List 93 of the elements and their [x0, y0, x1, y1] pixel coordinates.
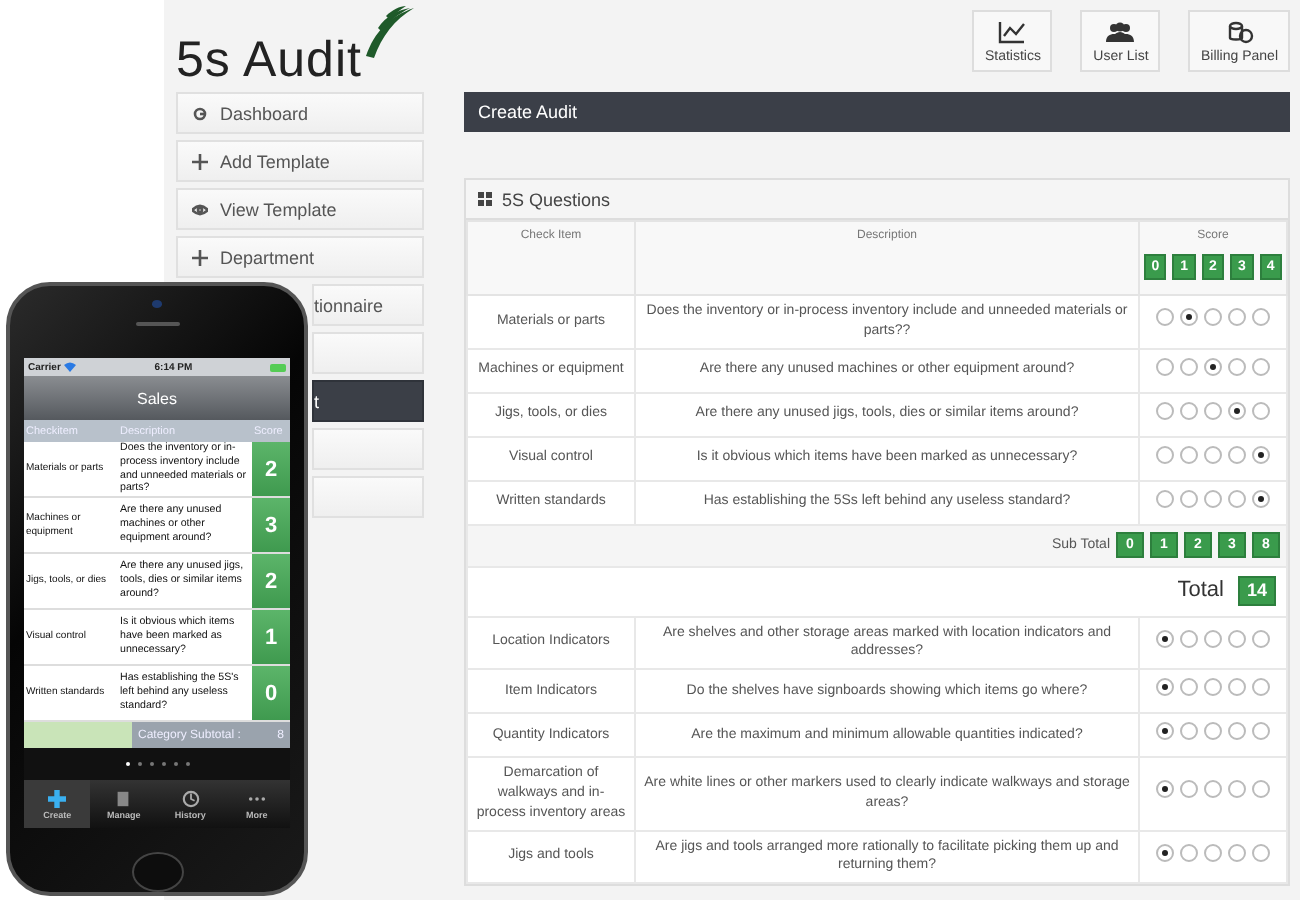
radio-button[interactable]	[1204, 357, 1222, 376]
dashboard-icon	[192, 105, 208, 121]
sidebar-item[interactable]: View Template	[176, 188, 424, 230]
radio-button[interactable]	[1228, 357, 1246, 376]
plus-icon	[48, 789, 67, 807]
plus-icon	[192, 249, 208, 265]
score-badge: 0	[252, 666, 290, 722]
score-badge: 3	[252, 498, 290, 554]
clock-icon	[181, 789, 200, 807]
radio-button[interactable]	[1156, 489, 1174, 508]
radio-button[interactable]	[1252, 445, 1270, 464]
radio-button[interactable]	[1180, 308, 1198, 327]
sidebar-label: View Template	[220, 199, 337, 219]
eye-icon	[192, 201, 208, 217]
radio-button[interactable]	[1156, 722, 1174, 741]
sidebar-label: Department	[220, 247, 315, 267]
radio-button[interactable]	[1204, 629, 1222, 648]
sidebar-label: Dashboard	[220, 103, 309, 123]
sidebar-item[interactable]: Department	[176, 236, 424, 278]
total-label: Total	[1177, 575, 1224, 606]
radio-button[interactable]	[1252, 401, 1270, 420]
radio-button[interactable]	[1252, 843, 1270, 862]
sidebar-label: t	[314, 391, 320, 411]
chart-icon	[998, 19, 1027, 43]
sidebar-item[interactable]	[312, 476, 424, 518]
nav-title: Sales	[24, 376, 290, 420]
radio-button[interactable]	[1156, 678, 1174, 697]
radio-button[interactable]	[1180, 489, 1198, 508]
radio-button[interactable]	[1204, 308, 1222, 327]
radio-button[interactable]	[1180, 357, 1198, 376]
score-badge: 2	[252, 442, 290, 498]
wifi-icon	[64, 362, 77, 372]
radio-button[interactable]	[1156, 780, 1174, 799]
radio-button[interactable]	[1156, 308, 1174, 327]
radio-button[interactable]	[1228, 843, 1246, 862]
radio-button[interactable]	[1204, 489, 1222, 508]
home-button[interactable]	[131, 852, 183, 892]
radio-button[interactable]	[1180, 780, 1198, 799]
plus-icon	[192, 153, 208, 169]
radio-button[interactable]	[1204, 722, 1222, 741]
radio-button[interactable]	[1252, 489, 1270, 508]
radio-button[interactable]	[1228, 629, 1246, 648]
radio-button[interactable]	[1204, 843, 1222, 862]
radio-button[interactable]	[1228, 401, 1246, 420]
score-badge: 2	[252, 554, 290, 610]
radio-button[interactable]	[1180, 678, 1198, 697]
users-icon	[1106, 19, 1135, 43]
speaker-icon	[135, 321, 179, 326]
radio-button[interactable]	[1228, 780, 1246, 799]
radio-button[interactable]	[1156, 629, 1174, 648]
page-title-bar: Create Audit	[464, 92, 1290, 132]
radio-button[interactable]	[1156, 401, 1174, 420]
radio-button[interactable]	[1228, 722, 1246, 741]
radio-button[interactable]	[1204, 401, 1222, 420]
battery-icon	[270, 363, 286, 371]
radio-button[interactable]	[1204, 678, 1222, 697]
radio-button[interactable]	[1228, 489, 1246, 508]
panel-title: 5S Questions	[502, 189, 611, 209]
leaf-logo-icon	[361, 4, 418, 60]
radio-button[interactable]	[1252, 780, 1270, 799]
radio-button[interactable]	[1252, 357, 1270, 376]
sidebar-item[interactable]: Add Template	[176, 140, 424, 182]
radio-button[interactable]	[1204, 445, 1222, 464]
book-icon	[114, 789, 133, 807]
logo-text: 5s Audit	[176, 32, 362, 90]
sidebar-label: tionnaire	[314, 295, 384, 315]
grid-icon	[478, 192, 492, 206]
radio-button[interactable]	[1228, 308, 1246, 327]
radio-button[interactable]	[1180, 445, 1198, 464]
radio-button[interactable]	[1156, 843, 1174, 862]
radio-button[interactable]	[1252, 722, 1270, 741]
radio-button[interactable]	[1252, 308, 1270, 327]
camera-icon	[152, 300, 162, 308]
radio-button[interactable]	[1252, 629, 1270, 648]
radio-button[interactable]	[1204, 780, 1222, 799]
coins-icon	[1225, 19, 1254, 43]
radio-button[interactable]	[1228, 445, 1246, 464]
total-badge: 14	[1238, 576, 1276, 607]
sidebar-item[interactable]: tionnaire	[312, 284, 424, 326]
radio-button[interactable]	[1156, 445, 1174, 464]
sidebar-label: Add Template	[220, 151, 330, 171]
radio-button[interactable]	[1228, 678, 1246, 697]
sidebar-item[interactable]: t	[312, 380, 424, 422]
radio-button[interactable]	[1180, 401, 1198, 420]
radio-button[interactable]	[1252, 678, 1270, 697]
radio-button[interactable]	[1180, 843, 1198, 862]
radio-button[interactable]	[1180, 722, 1198, 741]
sidebar-item[interactable]	[312, 332, 424, 374]
radio-button[interactable]	[1180, 629, 1198, 648]
sidebar-item[interactable]: Dashboard	[176, 92, 424, 134]
sidebar-item[interactable]	[312, 428, 424, 470]
score-badge: 1	[252, 610, 290, 666]
radio-button[interactable]	[1156, 357, 1174, 376]
